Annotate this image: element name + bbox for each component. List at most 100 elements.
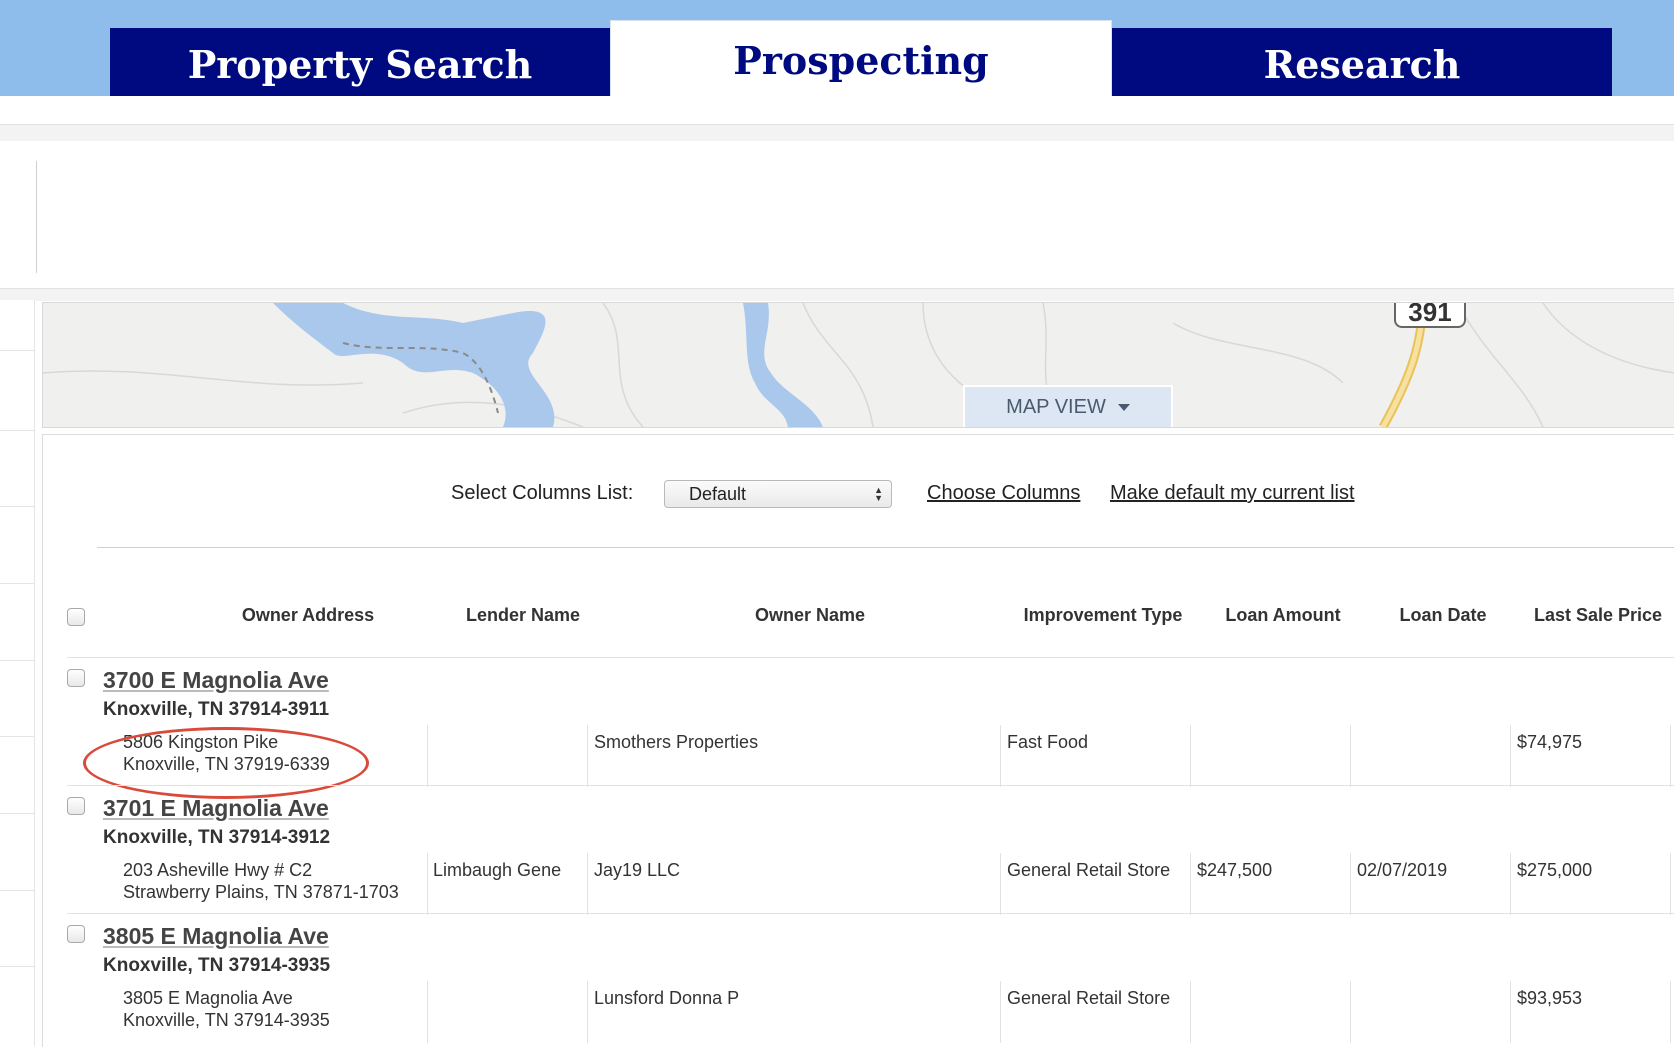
columns-list-select[interactable]: Default ▲ ▼ (664, 480, 892, 508)
cell-divider (1350, 853, 1351, 915)
choose-columns-link[interactable]: Choose Columns (927, 482, 1080, 505)
highlight-circle (83, 727, 369, 799)
tab-label: Property Search (187, 41, 533, 87)
cell-divider (1510, 981, 1511, 1043)
cell-divider (427, 853, 428, 915)
property-address-link[interactable]: 3805 E Magnolia Ave (103, 923, 329, 950)
lender-name-cell (433, 981, 583, 1043)
table-row: 3701 E Magnolia Ave Knoxville, TN 37914-… (43, 795, 1674, 923)
caret-down-icon (1117, 403, 1130, 411)
owner-address-cell: 203 Asheville Hwy # C2 Strawberry Plains… (123, 853, 423, 915)
loan-date-cell (1357, 725, 1507, 787)
cell-divider (587, 981, 588, 1043)
columns-list-value: Default (689, 484, 747, 504)
table-row: 3700 E Magnolia Ave Knoxville, TN 37914-… (43, 667, 1674, 799)
col-loan-amount[interactable]: Loan Amount (1203, 605, 1363, 626)
cell-divider (1510, 853, 1511, 915)
row-checkbox[interactable] (67, 925, 85, 943)
tab-property-search[interactable]: Property Search (110, 28, 610, 96)
cell-divider (1190, 725, 1191, 787)
loan-amount-cell (1197, 981, 1347, 1043)
sidebar-divider (0, 430, 34, 431)
select-all-checkbox[interactable] (67, 608, 85, 626)
col-last-sale-price[interactable]: Last Sale Price (1523, 605, 1673, 626)
col-loan-date[interactable]: Loan Date (1363, 605, 1523, 626)
tab-label: Research (1263, 41, 1461, 87)
make-default-link[interactable]: Make default my current list (1110, 482, 1355, 505)
row-divider (67, 785, 1674, 786)
cell-divider (1670, 725, 1671, 787)
select-arrows-icon: ▲ ▼ (874, 485, 883, 503)
owner-address-cell: 3805 E Magnolia Ave Knoxville, TN 37914-… (123, 981, 423, 1043)
header-panel (0, 141, 1674, 289)
owner-name-cell: Smothers Properties (594, 732, 759, 752)
sidebar-divider (0, 966, 34, 967)
top-nav-bar: Property Search Prospecting Research (0, 0, 1674, 96)
tab-research[interactable]: Research (1112, 28, 1612, 96)
tab-prospecting[interactable]: Prospecting (610, 20, 1112, 96)
col-improvement-type[interactable]: Improvement Type (1003, 605, 1203, 626)
select-columns-label: Select Columns List: (451, 482, 634, 504)
lender-name-cell (433, 725, 583, 787)
sidebar-divider (0, 736, 34, 737)
separator-band (0, 288, 1674, 301)
sidebar-divider (0, 890, 34, 891)
map-view-button[interactable]: MAP VIEW (963, 385, 1173, 427)
improvement-type-cell: General Retail Store (1007, 860, 1171, 880)
cell-divider (1000, 853, 1001, 915)
owner-address-line2: Knoxville, TN 37914-3935 (123, 1010, 330, 1030)
sidebar-divider (0, 660, 34, 661)
row-cells: 203 Asheville Hwy # C2 Strawberry Plains… (43, 853, 1674, 915)
loan-date-cell: 02/07/2019 (1357, 860, 1448, 880)
cell-divider (1510, 725, 1511, 787)
lake-shape (273, 303, 555, 427)
owner-name-cell: Jay19 LLC (594, 860, 681, 880)
cell-divider (1670, 981, 1671, 1043)
row-cells: 3805 E Magnolia Ave Knoxville, TN 37914-… (43, 981, 1674, 1043)
toolbar-divider (97, 547, 1674, 548)
cell-divider (1000, 725, 1001, 787)
cell-divider (1190, 853, 1191, 915)
map-graphic: 391 (43, 303, 1674, 427)
river-shape (743, 303, 823, 427)
owner-address-line2: Strawberry Plains, TN 37871-1703 (123, 882, 399, 902)
cell-divider (587, 853, 588, 915)
sidebar-divider (0, 813, 34, 814)
col-owner-address[interactable]: Owner Address (173, 605, 443, 626)
left-sidebar (0, 300, 35, 1046)
map-preview[interactable]: 391 MAP VIEW (42, 302, 1674, 428)
cell-divider (427, 725, 428, 787)
sidebar-divider (0, 583, 34, 584)
loan-date-cell (1357, 981, 1507, 1043)
cell-divider (587, 725, 588, 787)
loan-amount-cell (1197, 725, 1347, 787)
cell-divider (427, 981, 428, 1043)
route-shield-number: 391 (1408, 303, 1451, 327)
row-divider (67, 913, 1674, 914)
property-address-link[interactable]: 3701 E Magnolia Ave (103, 795, 329, 822)
sidebar-divider (0, 350, 34, 351)
property-city: Knoxville, TN 37914-3911 (103, 699, 330, 720)
row-checkbox[interactable] (67, 669, 85, 687)
cell-divider (1350, 725, 1351, 787)
table-row: 3805 E Magnolia Ave Knoxville, TN 37914-… (43, 923, 1674, 1051)
last-sale-price-cell: $93,953 (1517, 988, 1583, 1008)
separator-band (0, 124, 1674, 142)
last-sale-price-cell: $74,975 (1517, 732, 1583, 752)
owner-name-cell: Lunsford Donna P (594, 988, 740, 1008)
row-checkbox[interactable] (67, 797, 85, 815)
cell-divider (1670, 853, 1671, 915)
cell-divider (1350, 981, 1351, 1043)
last-sale-price-cell: $275,000 (1517, 860, 1593, 880)
property-address-link[interactable]: 3700 E Magnolia Ave (103, 667, 329, 694)
lender-name-cell: Limbaugh Gene (433, 860, 562, 880)
row-divider (67, 657, 1674, 658)
cell-divider (1190, 981, 1191, 1043)
owner-address-line1: 3805 E Magnolia Ave (123, 988, 293, 1008)
col-owner-name[interactable]: Owner Name (603, 605, 1017, 626)
results-panel: Select Columns List: Default ▲ ▼ Choose C… (42, 434, 1674, 1047)
property-city: Knoxville, TN 37914-3935 (103, 955, 331, 976)
map-view-label: MAP VIEW (1006, 395, 1106, 418)
owner-address-line1: 203 Asheville Hwy # C2 (123, 860, 313, 880)
col-lender-name[interactable]: Lender Name (443, 605, 603, 626)
